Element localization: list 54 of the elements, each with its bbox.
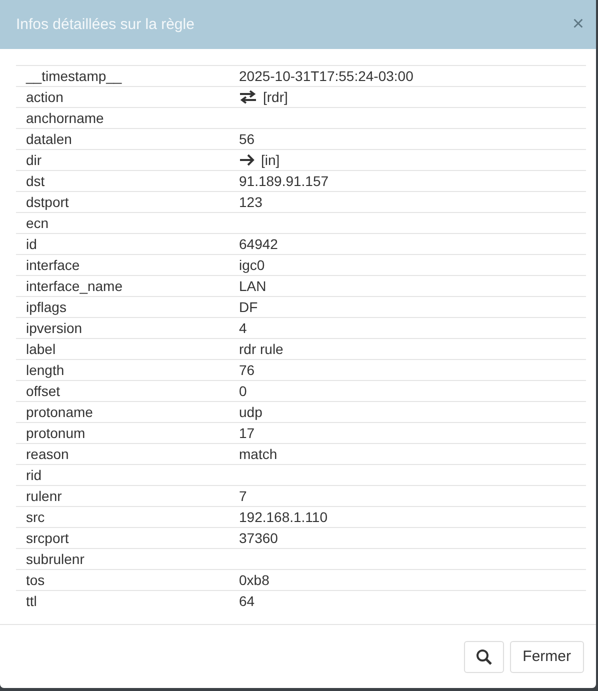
search-button[interactable] [464,640,504,672]
field-name: dst [16,170,229,192]
field-value: match [239,445,278,464]
field-name: datalen [16,128,229,150]
field-name: subrulenr [16,548,229,570]
field-value: igc0 [239,256,265,275]
field-name: action [16,86,229,108]
field-name: dir [16,150,229,170]
field-name: tos [16,570,229,590]
field-name: reason [16,444,229,464]
field-value: DF [239,298,258,317]
dialog-title: Infos détaillées sur la règle [16,16,194,33]
right-arrow-icon [239,153,255,167]
field-name: rulenr [16,486,229,506]
search-icon [476,648,492,664]
field-name: src [16,506,229,528]
field-name: protonum [16,422,229,444]
field-value: 37360 [239,529,278,548]
field-value: 91.189.91.157 [239,172,329,191]
field-name: interface [16,254,229,276]
field-name: srcport [16,528,229,548]
field-value: 4 [239,319,247,338]
field-name: ipflags [16,296,229,318]
field-value: 2025-10-31T17:55:24-03:00 [239,67,414,86]
field-value: 7 [239,487,247,506]
close-dialog-button[interactable]: Fermer [510,640,584,672]
field-name: id [16,234,229,254]
field-name: offset [16,380,229,402]
field-value: [rdr] [263,88,288,107]
field-name: ipversion [16,318,229,338]
field-value: 192.168.1.110 [239,508,328,527]
field-value: 0 [239,382,247,401]
field-name: dstport [16,192,229,212]
field-value: LAN [239,277,266,296]
field-value: udp [239,403,262,422]
field-value: 64942 [239,235,278,254]
field-value: 0xb8 [239,571,270,590]
field-value: 17 [239,424,255,443]
field-value: 64 [239,592,255,611]
field-value: 123 [239,193,262,212]
field-name: ecn [16,212,229,234]
field-value: [in] [261,151,280,170]
field-name: rid [16,464,229,486]
field-name: anchorname [16,108,229,128]
field-name: length [16,360,229,380]
field-value: 56 [239,130,255,149]
field-name: __timestamp__ [16,66,229,86]
field-name: label [16,338,229,360]
field-name: protoname [16,402,229,422]
field-value: rdr rule [239,340,284,359]
field-name: interface_name [16,276,229,296]
field-value: 76 [239,361,255,380]
swap-arrows-icon [239,90,257,104]
field-name: ttl [16,590,229,611]
